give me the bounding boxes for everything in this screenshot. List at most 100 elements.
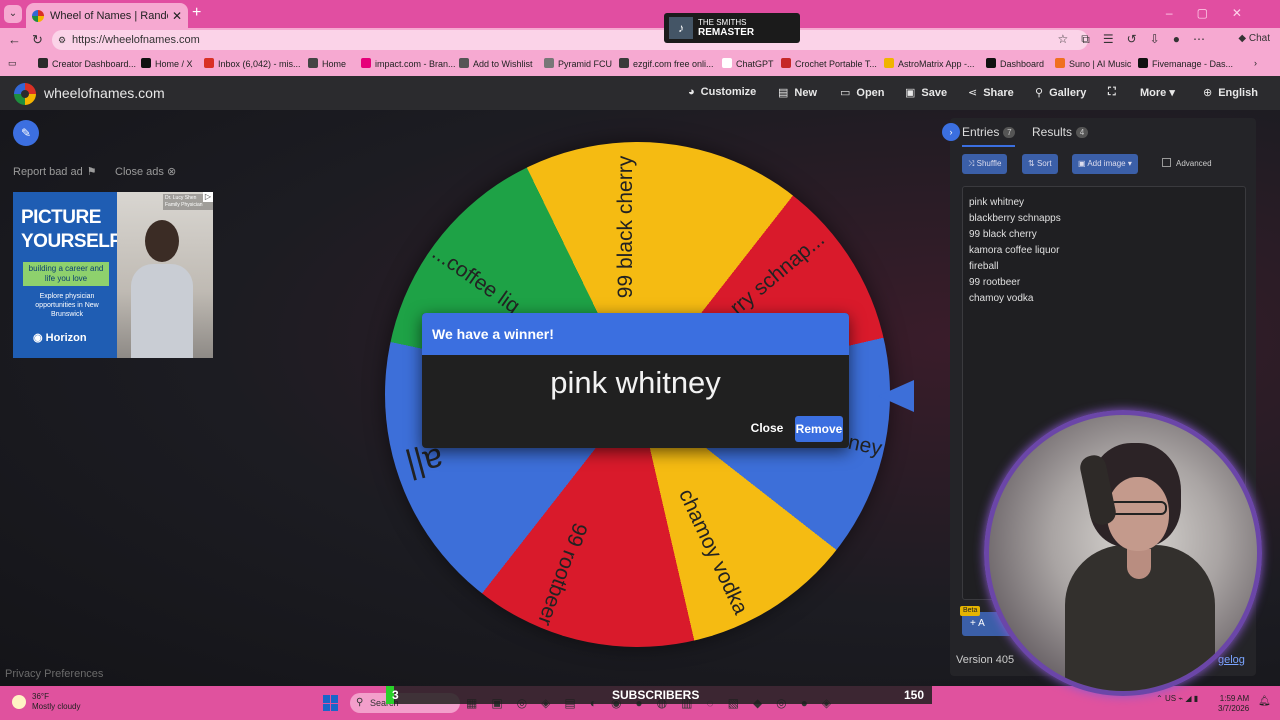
shuffle-button[interactable]: ⤨ Shuffle — [962, 154, 1008, 174]
bookmark-item[interactable]: Inbox (6,042) - mis... — [204, 58, 301, 69]
close-circle-icon: ⊗ — [166, 166, 177, 178]
globe-icon: ⊕ — [1203, 87, 1213, 99]
bookmark-item[interactable]: AstroMatrix App -... — [884, 58, 975, 69]
webcam-person-neck — [1127, 549, 1151, 579]
menu-label: Open — [856, 87, 885, 99]
entry-line: 99 black cherry — [969, 229, 1037, 240]
bookmark-item[interactable]: ChatGPT — [722, 58, 774, 69]
wheel-logo-icon[interactable] — [14, 83, 36, 105]
browser-toolbar-icons[interactable]: ☆⧉☰↺⇩●⋯ — [1058, 32, 1218, 47]
menu-save[interactable]: ▣ Save — [905, 86, 947, 99]
subs-label: SUBSCRIBERS — [612, 688, 700, 702]
results-count-badge: 4 — [1076, 127, 1089, 138]
bookmark-favicon-icon — [204, 58, 214, 68]
menu-new[interactable]: ▤ New — [778, 86, 817, 99]
bookmark-item[interactable]: Creator Dashboard... — [38, 58, 136, 69]
fullscreen-icon[interactable]: ⛶ — [1108, 86, 1116, 99]
menu-customize[interactable]: ◕ Customize — [688, 86, 756, 98]
bookmark-label: Crochet Portable T... — [795, 59, 877, 69]
weather-cloud-icon — [12, 695, 26, 709]
close-ads-label: Close ads — [115, 166, 164, 178]
notification-bell-icon[interactable]: 🔔︎ — [1258, 696, 1271, 707]
new-tab-plus-icon[interactable]: + — [192, 4, 201, 22]
reload-icon[interactable]: ↻ — [32, 32, 43, 48]
copilot-chat-button[interactable]: ◆ Chat — [1238, 33, 1270, 44]
clock[interactable]: 1:59 AM 3/7/2026 — [1218, 694, 1249, 714]
bookmark-favicon-icon — [308, 58, 318, 68]
reading-list-icon[interactable]: ▭ — [8, 58, 17, 69]
checkbox-icon — [1162, 158, 1171, 167]
weather-desc: Mostly cloudy — [32, 702, 81, 711]
bookmark-item[interactable]: Crochet Portable T... — [781, 58, 877, 69]
clock-date: 3/7/2026 — [1218, 704, 1250, 713]
window-controls[interactable]: –▢✕ — [1166, 6, 1266, 20]
more-bookmarks-chevron-icon[interactable]: › — [1254, 58, 1257, 68]
browser-tab-active[interactable]: Wheel of Names | Random name ✕ — [26, 3, 188, 28]
bookmark-item[interactable]: Add to Wishlist — [459, 58, 533, 69]
url-field[interactable]: ⚙ https://wheelofnames.com — [52, 30, 1088, 50]
site-name[interactable]: wheelofnames.com — [44, 85, 165, 101]
windows-start-icon[interactable] — [323, 695, 339, 711]
menu-share[interactable]: ⋖ Share — [968, 86, 1014, 99]
bookmarks-bar: ▭ Creator Dashboard... Home / X Inbox (6,0… — [0, 52, 1280, 76]
bookmark-item[interactable]: Suno | AI Music — [1055, 58, 1131, 69]
report-bad-ad-link[interactable]: Report bad ad ⚑ — [13, 165, 97, 178]
bookmark-item[interactable]: Home / X — [141, 58, 193, 69]
close-ads-link[interactable]: Close ads ⊗ — [115, 165, 176, 178]
bookmark-label: Dashboard — [1000, 59, 1045, 69]
ad-subtext: Explore physician opportunities in New B… — [35, 293, 99, 318]
menu-language[interactable]: ⊕ English — [1203, 86, 1258, 99]
bookmark-item[interactable]: Dashboard — [986, 58, 1044, 69]
bookmark-item[interactable]: impact.com - Bran... — [361, 58, 456, 69]
privacy-preferences-link[interactable]: Privacy Preferences — [5, 668, 103, 680]
clock-time: 1:59 AM — [1219, 694, 1250, 703]
bookmark-item[interactable]: Pyramid FCU — [544, 58, 612, 69]
bookmark-label: Fivemanage - Das... — [1152, 59, 1234, 69]
ad-choices-icon[interactable]: ▷ — [203, 192, 213, 202]
search-icon: ⚲ — [1035, 87, 1044, 99]
bookmark-item[interactable]: ezgif.com free onli... — [619, 58, 714, 69]
edit-pencil-icon[interactable]: ✎ — [13, 120, 39, 146]
tab-results[interactable]: Results 4 — [1032, 125, 1089, 139]
tab-entries[interactable]: Entries 7 — [962, 125, 1016, 147]
entry-line: pink whitney — [969, 197, 1025, 208]
bookmark-favicon-icon — [619, 58, 629, 68]
bookmark-item[interactable]: Fivemanage - Das... — [1138, 58, 1233, 69]
weather-widget[interactable]: 36°F Mostly cloudy — [12, 692, 80, 712]
bookmark-favicon-icon — [38, 58, 48, 68]
site-info-icon[interactable]: ⚙ — [58, 30, 66, 50]
bookmark-label: ezgif.com free onli... — [633, 59, 714, 69]
close-button[interactable]: Close — [747, 416, 787, 440]
menu-label: More — [1140, 87, 1167, 99]
menu-open[interactable]: ▭ Open — [840, 86, 885, 99]
add-image-button[interactable]: ▣ Add image ▾ — [1072, 154, 1138, 174]
tab-list-chevron-icon[interactable]: ⌄ — [4, 5, 22, 23]
system-tray[interactable]: ⌃ US ⌁ ◢ ▮ — [1156, 694, 1198, 703]
advanced-checkbox[interactable]: Advanced — [1162, 154, 1212, 174]
collapse-panel-chevron-icon[interactable]: › — [942, 123, 960, 141]
report-label: Report bad ad — [13, 166, 83, 178]
entry-line: fireball — [969, 261, 999, 272]
bookmark-favicon-icon — [722, 58, 732, 68]
changelog-link[interactable]: gelog — [1218, 654, 1245, 666]
bookmark-label: Inbox (6,042) - mis... — [218, 59, 301, 69]
menu-label: English — [1218, 87, 1258, 99]
back-arrow-icon[interactable]: ← — [8, 32, 21, 47]
remove-button[interactable]: Remove — [795, 416, 843, 442]
ad-brand-label: Horizon — [45, 332, 87, 344]
webcam-overlay — [984, 410, 1262, 696]
sort-button[interactable]: ⇅ Sort — [1022, 154, 1058, 174]
app-header: wheelofnames.com ◕ Customize ▤ New ▭ Open ▣… — [0, 76, 1280, 110]
beta-badge: Beta — [960, 606, 981, 616]
close-tab-icon[interactable]: ✕ — [172, 9, 182, 23]
menu-label: Gallery — [1049, 87, 1087, 99]
advertisement[interactable]: PICTURE YOURSELF building a career and l… — [13, 192, 213, 358]
bookmark-favicon-icon — [1138, 58, 1148, 68]
bookmark-item[interactable]: Home — [308, 58, 346, 69]
lang-indicator: US — [1164, 694, 1177, 703]
menu-more[interactable]: More ▾ — [1140, 86, 1175, 99]
menu-gallery[interactable]: ⚲ Gallery — [1035, 86, 1086, 99]
tab-label: Entries — [962, 125, 1000, 139]
menu-label: Customize — [700, 86, 757, 98]
entry-line: blackberry schnapps — [969, 213, 1061, 224]
